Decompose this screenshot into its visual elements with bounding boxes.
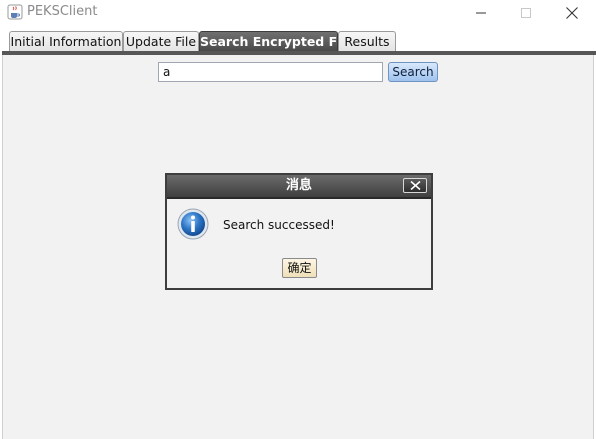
close-icon — [409, 181, 421, 190]
ok-button[interactable]: 确定 — [282, 258, 317, 278]
minimize-button[interactable] — [458, 0, 504, 26]
minimize-icon — [476, 12, 486, 14]
tab-results[interactable]: Results — [338, 31, 396, 51]
window-title: PEKSClient — [27, 4, 98, 19]
tab-strip: Initial Information Update File Search E… — [0, 26, 596, 53]
tab-initial-information[interactable]: Initial Information — [9, 31, 123, 51]
tab-search-encrypted-file[interactable]: Search Encrypted File — [199, 31, 354, 51]
dialog-title-bar[interactable]: 消息 — [167, 175, 431, 197]
close-icon — [566, 7, 578, 19]
search-button[interactable]: Search — [388, 62, 438, 82]
message-dialog: 消息 Search successed! 确定 — [165, 173, 433, 290]
search-input[interactable] — [158, 62, 383, 82]
java-cup-icon — [7, 4, 23, 20]
dialog-divider — [167, 197, 431, 199]
maximize-icon — [521, 8, 531, 18]
dialog-close-button[interactable] — [403, 178, 427, 193]
window-close-button[interactable] — [549, 0, 595, 26]
info-icon — [177, 208, 209, 240]
title-bar: PEKSClient — [0, 0, 596, 26]
maximize-button[interactable] — [503, 0, 549, 26]
dialog-title: 消息 — [285, 178, 312, 193]
tab-update-file[interactable]: Update File — [123, 31, 199, 51]
dialog-message: Search successed! — [223, 218, 335, 232]
